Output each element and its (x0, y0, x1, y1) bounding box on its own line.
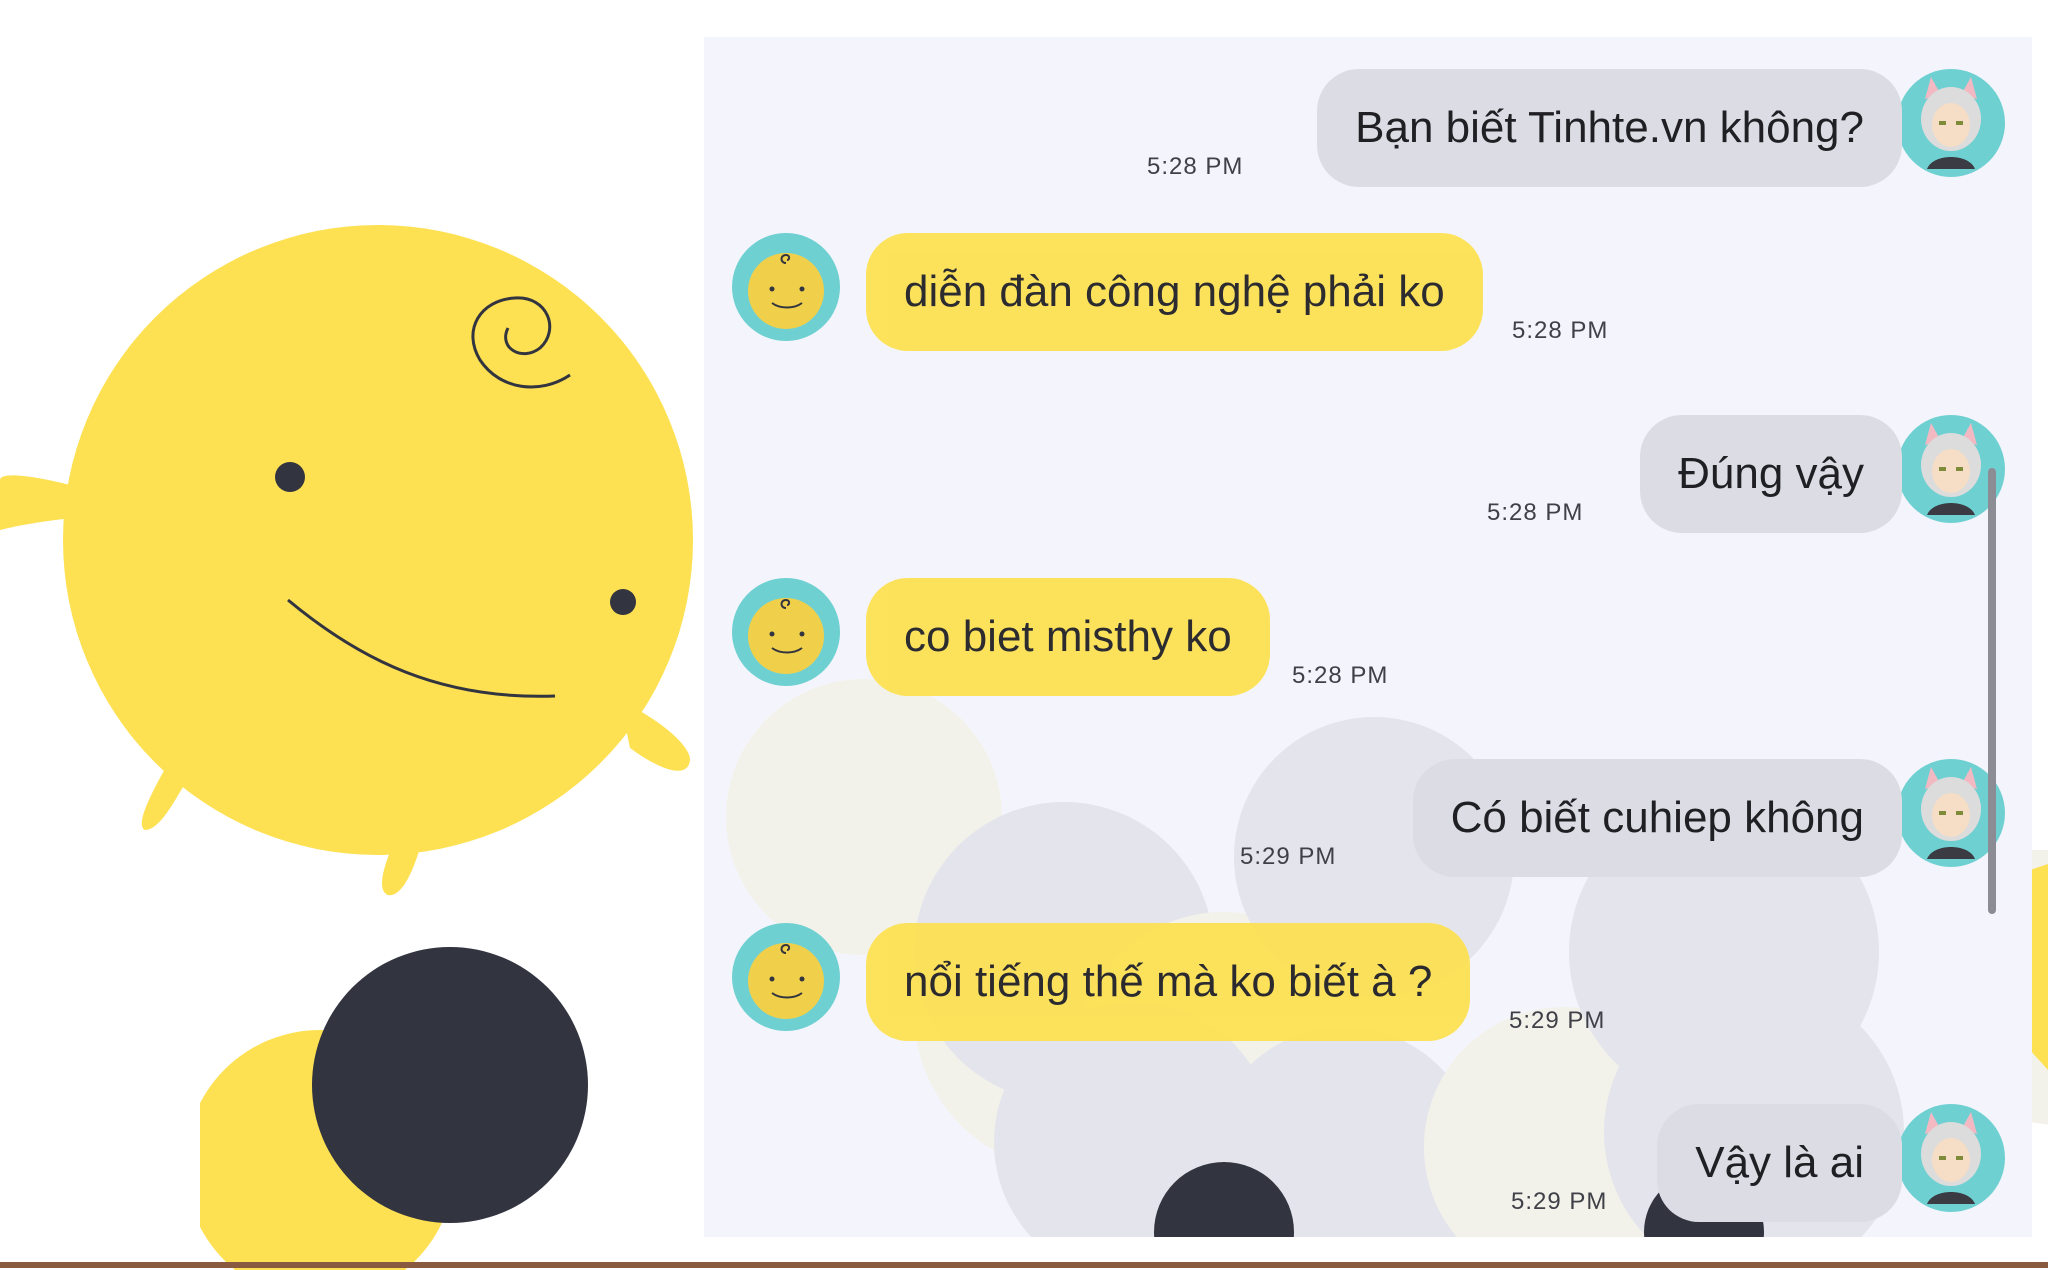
message-timestamp: 5:28 PM (1512, 317, 1609, 344)
message-timestamp: 5:28 PM (1487, 499, 1584, 526)
simsimi-avatar-icon[interactable] (732, 923, 840, 1031)
chat-panel[interactable]: Bạn biết Tinhte.vn không? 5:28 PM diễn đ… (704, 37, 2032, 1237)
user-message-bubble: Bạn biết Tinhte.vn không? (1317, 69, 1902, 187)
user-message-bubble: Đúng vậy (1640, 415, 1902, 533)
user-avatar-icon[interactable] (1897, 69, 2005, 177)
chat-scrollbar[interactable] (1988, 468, 1996, 914)
message-timestamp: 5:29 PM (1511, 1188, 1608, 1215)
message-timestamp: 5:29 PM (1240, 843, 1337, 870)
simsimi-avatar-icon[interactable] (732, 233, 840, 341)
simsimi-mascot (0, 225, 693, 896)
simsimi-avatar-icon[interactable] (732, 578, 840, 686)
user-message-bubble: Có biết cuhiep không (1412, 759, 1902, 877)
user-avatar-icon[interactable] (1897, 1104, 2005, 1212)
user-message-bubble: Vậy là ai (1657, 1104, 1902, 1222)
bot-message-bubble: nổi tiếng thế mà ko biết à ? (866, 923, 1471, 1041)
message-timestamp: 5:29 PM (1509, 1007, 1606, 1034)
decorative-circles-left (200, 947, 588, 1270)
bot-message-bubble: diễn đàn công nghệ phải ko (866, 233, 1483, 351)
bot-message-bubble: co biet misthy ko (866, 578, 1270, 696)
message-timestamp: 5:28 PM (1147, 153, 1244, 180)
bottom-divider (0, 1262, 2048, 1268)
message-timestamp: 5:28 PM (1292, 662, 1389, 689)
